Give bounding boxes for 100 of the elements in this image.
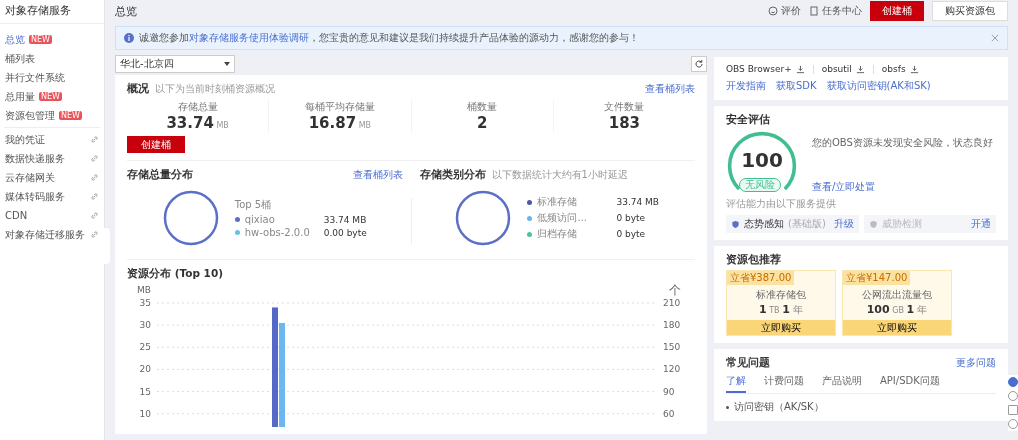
- axis-label: MB: [137, 285, 151, 295]
- region-select[interactable]: 华北-北京四: [115, 55, 235, 73]
- package-spec: 1 TB 1 年: [759, 303, 803, 317]
- rate-link[interactable]: 评价: [768, 4, 801, 18]
- section-title: 资源包推荐: [726, 253, 782, 267]
- download-icon: [855, 64, 865, 74]
- section-subtitle: 以下为当前时刻桶资源概况: [155, 82, 275, 96]
- new-badge: NEW: [39, 92, 62, 101]
- shield-icon: [868, 219, 878, 229]
- tick-label: 10: [139, 408, 151, 419]
- new-badge: NEW: [59, 111, 82, 120]
- create-bucket-button[interactable]: 创建桶: [870, 1, 924, 21]
- legend-label: 归档存储: [537, 227, 579, 241]
- sidebar-item[interactable]: 资源包管理 NEW: [0, 106, 104, 125]
- link-icon: [90, 192, 99, 201]
- doc-link[interactable]: 获取访问密钥(AK和SK): [826, 79, 931, 93]
- link-icon: [90, 230, 99, 239]
- tick-label: 20: [139, 364, 151, 375]
- security-message: 您的OBS资源未发现安全风险，状态良好: [812, 136, 993, 150]
- close-icon[interactable]: [991, 34, 999, 42]
- section-title: 概况: [127, 82, 149, 96]
- faq-tab[interactable]: 了解: [726, 374, 746, 393]
- buy-package-button[interactable]: 购买资源包: [932, 1, 1008, 21]
- buy-now-button[interactable]: 立即购买: [843, 320, 951, 335]
- tick-label: 150: [663, 342, 681, 353]
- download-link[interactable]: OBS Browser+: [726, 64, 805, 74]
- section-title: 安全评估: [726, 113, 771, 127]
- link-icon: [90, 173, 99, 182]
- legend-value: 0 byte: [616, 229, 646, 239]
- service-edition-label: (基础版): [788, 217, 826, 231]
- stat-label: 每桶平均存储量: [304, 100, 375, 114]
- donut-chart: [455, 190, 512, 246]
- legend-value: 33.74 MB: [323, 214, 367, 225]
- info-icon: [124, 33, 134, 43]
- faq-tab[interactable]: API/SDK问题: [880, 374, 940, 393]
- sidebar-item[interactable]: 我的凭证: [0, 130, 104, 149]
- saving-tag: 立省¥387.00: [727, 271, 795, 285]
- sidebar-item[interactable]: 桶列表: [0, 49, 104, 68]
- task-center-link[interactable]: 任务中心: [809, 4, 862, 18]
- refresh-icon: [694, 59, 704, 69]
- doc-link[interactable]: 获取SDK: [776, 79, 817, 93]
- caret-icon: [224, 62, 230, 66]
- legend-value: 0 byte: [616, 213, 646, 223]
- sidebar-item[interactable]: 总览 NEW: [0, 30, 104, 49]
- donut-chart: [162, 190, 219, 246]
- section-title: 常见问题: [726, 356, 770, 370]
- section-subtitle: 以下数据统计大约有1小时延迟: [491, 168, 628, 182]
- link-icon: [90, 135, 99, 144]
- legend-title: Top 5桶: [234, 198, 273, 212]
- tick-label: 90: [663, 386, 675, 397]
- tick-label: 60: [663, 408, 675, 419]
- tick-label: 120: [663, 364, 681, 375]
- provider-note: 评估能力由以下服务提供: [726, 197, 837, 211]
- faq-tab[interactable]: 计费问题: [764, 374, 804, 393]
- sidebar-item[interactable]: 总用量 NEW: [0, 87, 104, 106]
- stat-value: 16.87 MB: [308, 114, 372, 132]
- package-name: 公网流出流量包: [862, 288, 932, 302]
- axis-label: 个: [669, 283, 681, 297]
- create-bucket-button[interactable]: 创建桶: [127, 136, 185, 153]
- refresh-button[interactable]: [691, 56, 707, 72]
- more-questions-link[interactable]: 更多问题: [956, 356, 996, 370]
- smiley-icon: [768, 6, 778, 16]
- sidebar-item[interactable]: 并行文件系统: [0, 68, 104, 87]
- tick-label: 25: [139, 342, 151, 353]
- package-spec: 100 GB 1 年: [866, 303, 928, 317]
- sidebar-item[interactable]: CDN: [0, 206, 104, 225]
- stat-label: 桶数量: [467, 100, 498, 114]
- handle-link[interactable]: 查看/立即处置: [812, 180, 993, 194]
- package-name: 标准存储包: [756, 288, 806, 302]
- saving-tag: 立省¥147.00: [843, 271, 911, 285]
- sidebar-item[interactable]: 云存储网关: [0, 168, 104, 187]
- faq-link[interactable]: 访问密钥（AK/SK）: [734, 400, 824, 414]
- bucket-list-link[interactable]: 查看桶列表: [352, 168, 403, 182]
- download-icon: [909, 64, 919, 74]
- sidebar-item[interactable]: 对象存储迁移服务: [0, 225, 104, 244]
- service-action-link[interactable]: 升级: [833, 217, 854, 231]
- faq-tab[interactable]: 产品说明: [822, 374, 862, 393]
- doc-link[interactable]: 开发指南: [726, 79, 766, 93]
- buy-now-button[interactable]: 立即购买: [727, 320, 835, 335]
- bullet-icon: [726, 405, 729, 409]
- tick-label: 30: [139, 320, 151, 331]
- legend-label: 标准存储: [537, 195, 579, 209]
- download-icon: [795, 64, 805, 74]
- sidebar-item[interactable]: 媒体转码服务: [0, 187, 104, 206]
- tick-label: 35: [139, 298, 151, 308]
- survey-link[interactable]: 对象存储服务使用体验调研: [189, 32, 309, 43]
- collapse-handle[interactable]: [104, 228, 110, 264]
- stat-value: 2: [476, 114, 488, 132]
- stat-label: 文件数量: [604, 100, 645, 114]
- legend-label: 低频访问...: [537, 211, 588, 225]
- sidebar-item[interactable]: 数据快递服务: [0, 149, 104, 168]
- new-badge: NEW: [29, 35, 52, 44]
- tick-label: 15: [139, 386, 151, 397]
- service-name: 态势感知: [744, 217, 784, 231]
- shield-icon: [731, 219, 740, 229]
- stat-value: 33.74 MB: [166, 114, 229, 132]
- download-link[interactable]: obsfs: [881, 64, 919, 74]
- bucket-list-link[interactable]: 查看桶列表: [645, 82, 695, 96]
- download-link[interactable]: obsutil: [821, 64, 865, 74]
- link-icon: [90, 154, 99, 163]
